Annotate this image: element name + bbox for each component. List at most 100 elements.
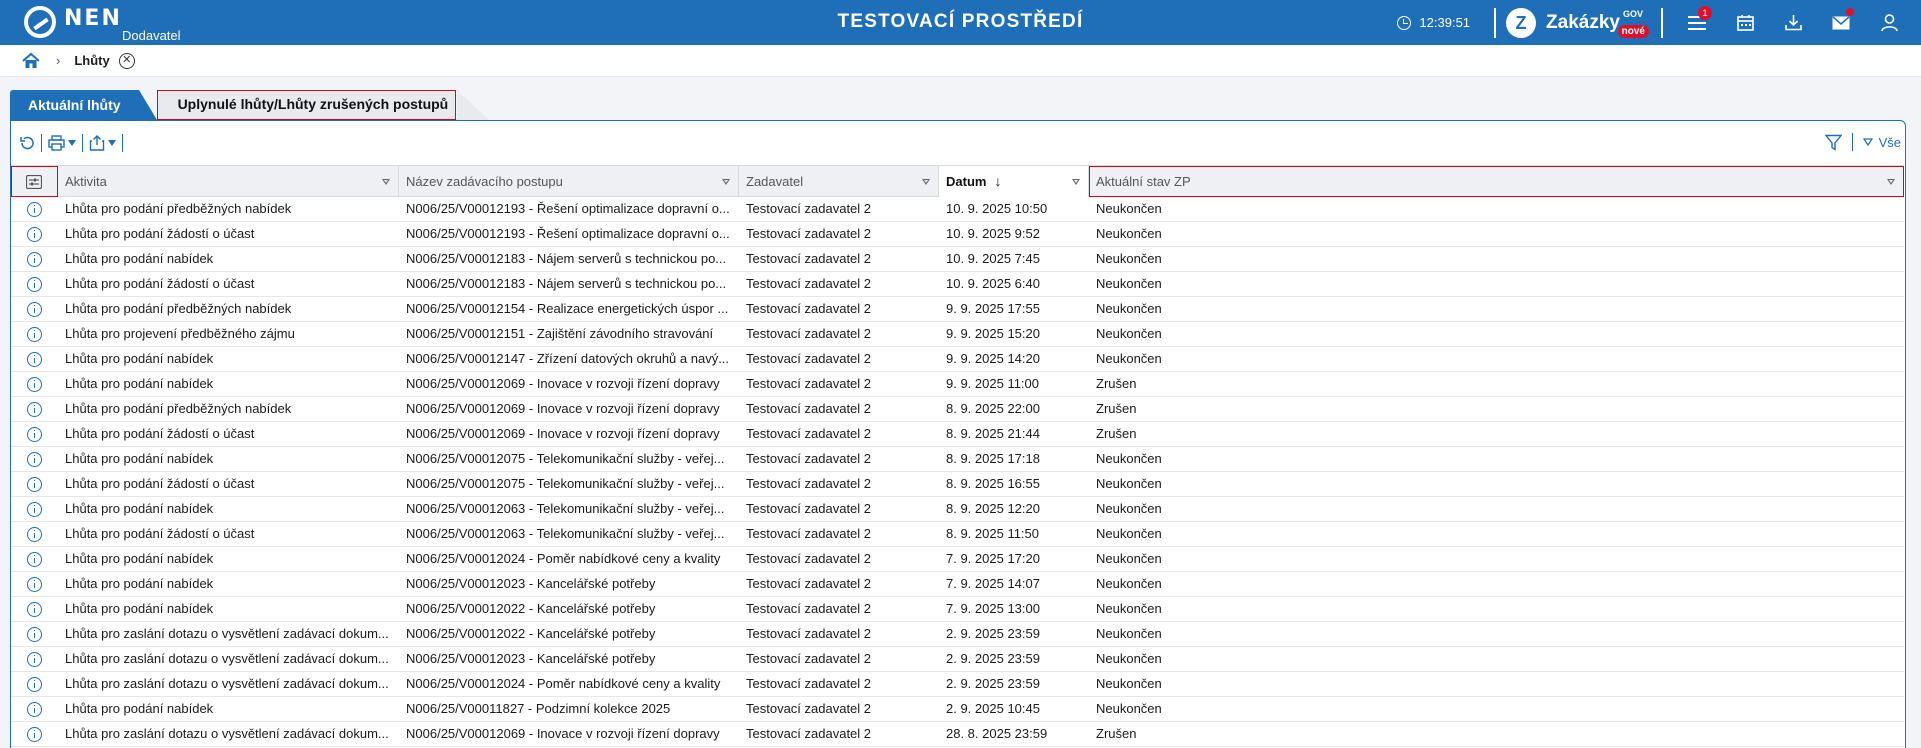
activity-cell: Lhůta pro projevení předběžného zájmu (65, 326, 295, 341)
print-button[interactable] (48, 133, 76, 153)
quick-filter-dropdown[interactable]: Vše (1862, 135, 1901, 150)
row-detail-button[interactable] (11, 447, 58, 471)
close-icon[interactable]: ✕ (118, 52, 135, 69)
row-detail-button[interactable] (11, 572, 58, 596)
refresh-button[interactable] (19, 133, 35, 153)
authority-cell: Testovací zadavatel 2 (746, 301, 872, 316)
row-detail-button[interactable] (11, 647, 58, 671)
info-icon (27, 426, 42, 442)
table-row[interactable]: Lhůta pro podání předběžných nabídek N006… (11, 397, 1904, 422)
tab-expired-deadlines[interactable]: Uplynulé lhůty/Lhůty zrušených postupů (156, 89, 489, 120)
home-icon[interactable] (22, 52, 40, 70)
table-row[interactable]: Lhůta pro podání předběžných nabídek N006… (11, 297, 1904, 322)
table-row[interactable]: Lhůta pro podání nabídek N006/25/V0001214… (11, 347, 1904, 372)
table-row[interactable]: Lhůta pro projevení předběžného zájmu N00… (11, 322, 1904, 347)
status-cell: Neukončen (1096, 476, 1162, 491)
table-row[interactable]: Lhůta pro podání žádostí o účast N006/25/… (11, 522, 1904, 547)
chevron-down-icon (68, 140, 76, 146)
table-row[interactable]: Lhůta pro podání žádostí o účast N006/25/… (11, 272, 1904, 297)
date-cell: 9. 9. 2025 15:20 (946, 326, 1040, 341)
authority-cell: Testovací zadavatel 2 (746, 201, 872, 216)
status-cell: Neukončen (1096, 651, 1162, 666)
calendar-button[interactable] (1721, 0, 1769, 45)
row-detail-button[interactable] (11, 472, 58, 496)
row-detail-button[interactable] (11, 672, 58, 696)
row-detail-button[interactable] (11, 397, 58, 421)
row-detail-button[interactable] (11, 297, 58, 321)
table-row[interactable]: Lhůta pro podání nabídek N006/25/V0001206… (11, 372, 1904, 397)
status-cell: Neukončen (1096, 451, 1162, 466)
row-detail-button[interactable] (11, 222, 58, 246)
activity-cell: Lhůta pro podání žádostí o účast (65, 426, 255, 441)
user-button[interactable] (1865, 0, 1913, 45)
menu-button[interactable]: 1 (1673, 0, 1721, 45)
table-row[interactable]: Lhůta pro podání předběžných nabídek N006… (11, 197, 1904, 222)
table-row[interactable]: Lhůta pro podání nabídek N006/25/V0001202… (11, 597, 1904, 622)
status-cell: Neukončen (1096, 326, 1162, 341)
row-detail-button[interactable] (11, 347, 58, 371)
row-detail-button[interactable] (11, 547, 58, 571)
column-settings-button[interactable] (11, 166, 58, 197)
info-icon (27, 501, 42, 517)
table-row[interactable]: Lhůta pro zaslání dotazu o vysvětlení za… (11, 647, 1904, 672)
row-detail-button[interactable] (11, 197, 58, 221)
column-filter-icon[interactable] (922, 179, 930, 185)
column-header-status[interactable]: Aktuální stav ZP (1089, 166, 1904, 197)
table-row[interactable]: Lhůta pro zaslání dotazu o vysvětlení za… (11, 722, 1904, 747)
export-icon (89, 135, 105, 151)
column-filter-icon[interactable] (382, 179, 390, 185)
export-button[interactable] (89, 133, 116, 153)
row-detail-button[interactable] (11, 272, 58, 296)
date-cell: 9. 9. 2025 14:20 (946, 351, 1040, 366)
row-detail-button[interactable] (11, 497, 58, 521)
row-detail-button[interactable] (11, 697, 58, 721)
tab-current-deadlines[interactable]: Aktuální lhůty (10, 90, 157, 120)
row-detail-button[interactable] (11, 422, 58, 446)
zakazky-link[interactable]: Z Zakázky GOV nové (1506, 7, 1649, 38)
messages-button[interactable] (1817, 0, 1865, 45)
filter-icon[interactable] (1824, 134, 1842, 151)
table-row[interactable]: Lhůta pro podání nabídek N006/25/V0001207… (11, 447, 1904, 472)
table-row[interactable]: Lhůta pro podání žádostí o účast N006/25/… (11, 472, 1904, 497)
row-detail-button[interactable] (11, 322, 58, 346)
status-cell: Zrušen (1096, 376, 1137, 391)
table-row[interactable]: Lhůta pro podání nabídek N006/25/V0001202… (11, 572, 1904, 597)
column-filter-icon[interactable] (1072, 179, 1080, 185)
column-header-procedure[interactable]: Název zadávacího postupu (399, 166, 739, 197)
column-filter-icon[interactable] (722, 179, 730, 185)
row-detail-button[interactable] (11, 597, 58, 621)
row-detail-button[interactable] (11, 247, 58, 271)
table-row[interactable]: Lhůta pro podání nabídek N006/25/V0001218… (11, 247, 1904, 272)
status-cell: Neukončen (1096, 626, 1162, 641)
authority-cell: Testovací zadavatel 2 (746, 676, 872, 691)
table-row[interactable]: Lhůta pro podání nabídek N006/25/V0001206… (11, 497, 1904, 522)
table-row[interactable]: Lhůta pro podání nabídek N006/25/V0001182… (11, 697, 1904, 722)
column-filter-icon[interactable] (1887, 179, 1895, 185)
info-icon (27, 376, 42, 392)
activity-cell: Lhůta pro zaslání dotazu o vysvětlení za… (65, 651, 389, 666)
row-detail-button[interactable] (11, 522, 58, 546)
table-row[interactable]: Lhůta pro zaslání dotazu o vysvětlení za… (11, 622, 1904, 647)
mail-icon (1832, 15, 1850, 29)
procedure-cell: N006/25/V00012069 - Inovace v rozvoji ří… (406, 376, 720, 391)
column-header-activity[interactable]: Aktivita (58, 166, 399, 197)
table-row[interactable]: Lhůta pro zaslání dotazu o vysvětlení za… (11, 672, 1904, 697)
column-header-date[interactable]: Datum ↓ (939, 166, 1089, 197)
table-row[interactable]: Lhůta pro podání žádostí o účast N006/25/… (11, 422, 1904, 447)
procedure-cell: N006/25/V00012193 - Řešení optimalizace … (406, 201, 730, 216)
table-row[interactable]: Lhůta pro podání nabídek N006/25/V0001202… (11, 547, 1904, 572)
procedure-cell: N006/25/V00011827 - Podzimní kolekce 202… (406, 701, 671, 716)
activity-cell: Lhůta pro podání nabídek (65, 351, 214, 366)
info-icon (27, 226, 42, 242)
row-detail-button[interactable] (11, 722, 58, 746)
column-header-contracting-authority[interactable]: Zadavatel (739, 166, 939, 197)
procedure-cell: N006/25/V00012069 - Inovace v rozvoji ří… (406, 726, 720, 741)
activity-cell: Lhůta pro podání nabídek (65, 701, 214, 716)
user-icon (1880, 13, 1898, 31)
date-cell: 9. 9. 2025 17:55 (946, 301, 1040, 316)
activity-cell: Lhůta pro podání nabídek (65, 601, 214, 616)
table-row[interactable]: Lhůta pro podání žádostí o účast N006/25/… (11, 222, 1904, 247)
row-detail-button[interactable] (11, 372, 58, 396)
download-button[interactable] (1769, 0, 1817, 45)
row-detail-button[interactable] (11, 622, 58, 646)
